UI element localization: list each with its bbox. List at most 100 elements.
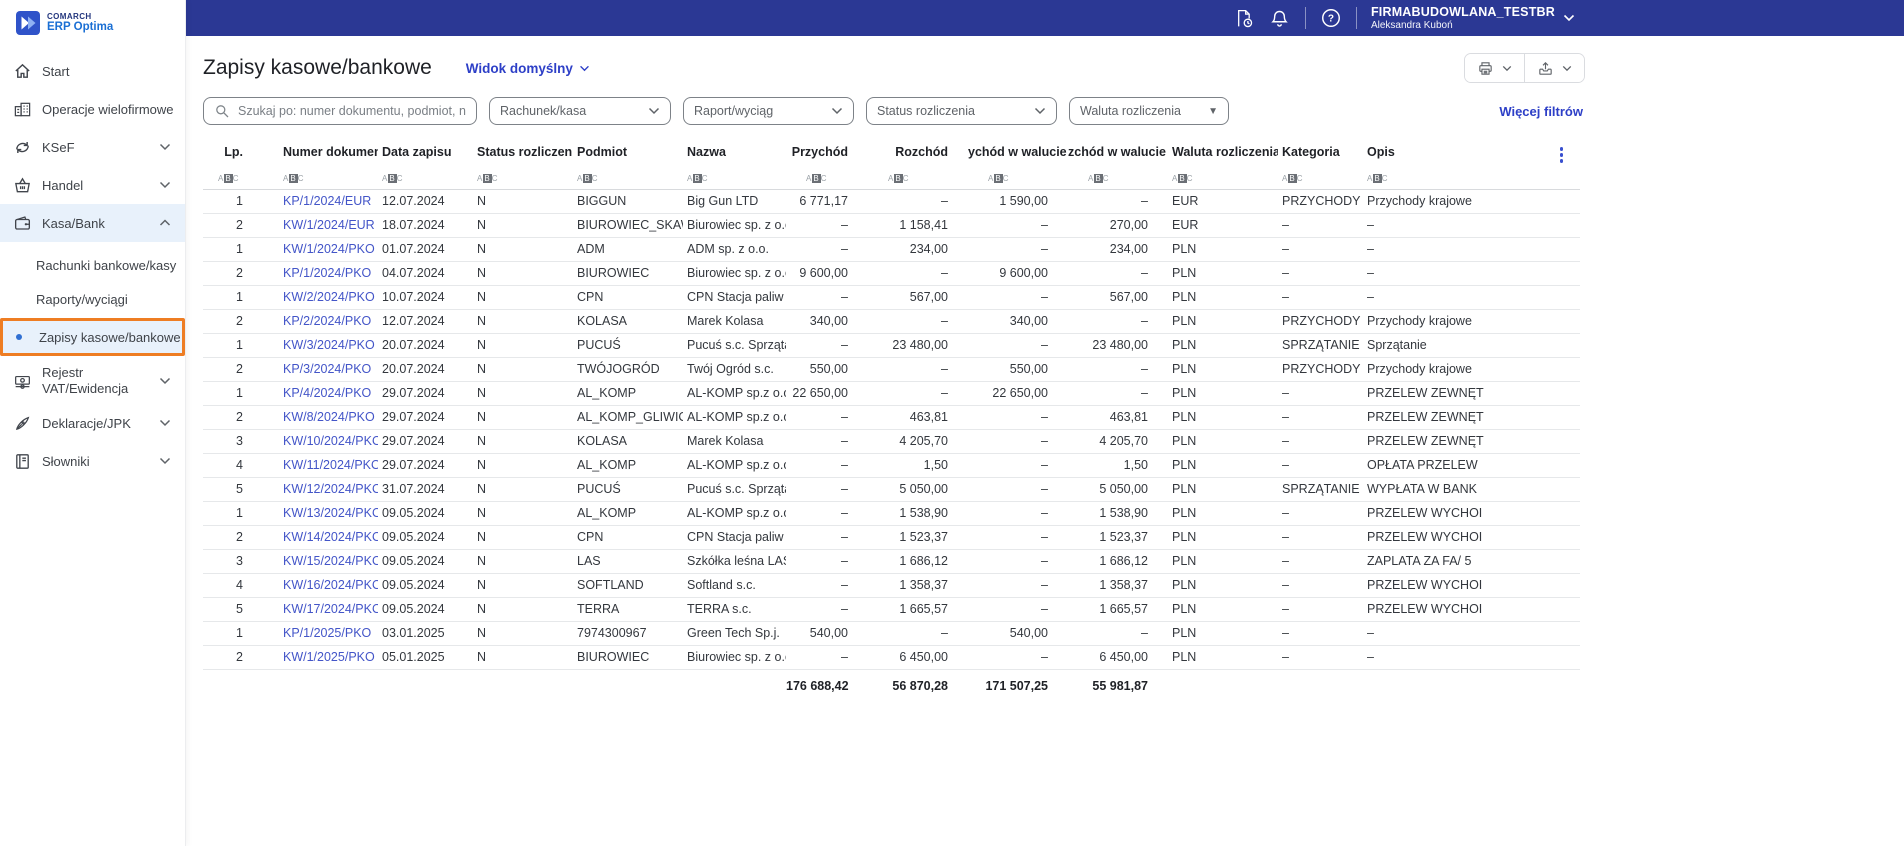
sidebar-item-s-owniki[interactable]: Słowniki bbox=[0, 442, 185, 480]
column-header-ych-d-w-walucie[interactable]: ychód w walucie bbox=[968, 139, 1068, 165]
abc-filter-icon[interactable]: ABC bbox=[283, 173, 304, 183]
column-header-status-rozliczenia[interactable]: Status rozliczenia bbox=[473, 139, 573, 165]
document-link: KW/12/2024/PKO bbox=[283, 482, 378, 496]
table-row[interactable]: 4 KW/16/2024/PKO 09.05.2024 N SOFTLAND Softla… bbox=[203, 573, 1580, 597]
dropdown-label: Status rozliczenia bbox=[877, 104, 975, 118]
total-value: 56 870,28 bbox=[892, 679, 948, 694]
abc-filter-icon[interactable]: ABC bbox=[577, 173, 598, 183]
comarch-logo-icon bbox=[16, 11, 40, 35]
table-row[interactable]: 1 KW/2/2024/PKO 10.07.2024 N CPN CPN Stacja p… bbox=[203, 285, 1580, 309]
search-icon bbox=[216, 105, 229, 118]
table-body: 1 KP/1/2024/EUR 12.07.2024 N BIGGUN Big Gun L… bbox=[203, 189, 1580, 703]
abc-filter-icon[interactable]: ABC bbox=[687, 173, 708, 183]
chevron-down-icon bbox=[1034, 102, 1046, 120]
search-input[interactable] bbox=[238, 104, 466, 118]
view-selector-label: Widok domyślny bbox=[465, 60, 573, 76]
table-row[interactable]: 2 KP/1/2024/PKO 04.07.2024 N BIUROWIEC Biurow… bbox=[203, 261, 1580, 285]
sidebar-item-label: Rejestr VAT/Ewidencja bbox=[42, 364, 129, 396]
tasks-icon[interactable] bbox=[1233, 7, 1255, 29]
table-header-row: Lp.Numer dokumentuData zapisuStatus rozl… bbox=[203, 139, 1580, 165]
dropdown-label: Raport/wyciąg bbox=[694, 104, 774, 118]
table-row[interactable]: 1 KP/4/2024/PKO 29.07.2024 N AL_KOMP AL-KOMP … bbox=[203, 381, 1580, 405]
more-filters-link[interactable]: Więcej filtrów bbox=[1499, 104, 1583, 119]
book-icon bbox=[13, 451, 33, 471]
search-box bbox=[203, 97, 477, 125]
abc-filter-icon[interactable]: ABC bbox=[1367, 173, 1388, 183]
abc-filter-icon[interactable]: ABC bbox=[988, 173, 1009, 183]
table-row[interactable]: 5 KW/12/2024/PKO 31.07.2024 N PUCUŚ Pucuś s.c… bbox=[203, 477, 1580, 501]
document-link: KW/15/2024/PKO bbox=[283, 554, 378, 568]
sidebar-item-start[interactable]: Start bbox=[0, 52, 185, 90]
chevron-down-icon bbox=[1502, 65, 1512, 71]
app-root: COMARCH ERP Optima Start Operacje wielofi… bbox=[0, 0, 1904, 846]
chevron-down-icon bbox=[159, 377, 171, 385]
table-row[interactable]: 5 KW/17/2024/PKO 09.05.2024 N TERRA TERRA s.c… bbox=[203, 597, 1580, 621]
dropdown-label: Rachunek/kasa bbox=[500, 104, 587, 118]
table-row[interactable]: 4 KW/11/2024/PKO 29.07.2024 N AL_KOMP AL-KOMP… bbox=[203, 453, 1580, 477]
sidebar-item-rachunki-bankowe-kasy[interactable]: Rachunki bankowe/kasy bbox=[0, 248, 185, 282]
column-header-opis[interactable]: Opis bbox=[1363, 139, 1543, 165]
table-row[interactable]: 1 KP/1/2024/EUR 12.07.2024 N BIGGUN Big Gun L… bbox=[203, 189, 1580, 213]
column-header-nazwa[interactable]: Nazwa bbox=[683, 139, 786, 165]
table-row[interactable]: 2 KW/8/2024/PKO 29.07.2024 N AL_KOMP_GLIWICI… bbox=[203, 405, 1580, 429]
table-row[interactable]: 1 KW/3/2024/PKO 20.07.2024 N PUCUŚ Pucuś s.c.… bbox=[203, 333, 1580, 357]
table-row[interactable]: 1 KW/1/2024/PKO 01.07.2024 N ADM ADM sp. z o.… bbox=[203, 237, 1580, 261]
filter-dropdown-raport-wyci-g[interactable]: Raport/wyciąg bbox=[683, 97, 854, 125]
table-row[interactable]: 3 KW/15/2024/PKO 09.05.2024 N LAS Szkółka leś… bbox=[203, 549, 1580, 573]
sidebar-item-ksef[interactable]: KSeF bbox=[0, 128, 185, 166]
table-row[interactable]: 2 KP/3/2024/PKO 20.07.2024 N TWÓJOGRÓD Twój O… bbox=[203, 357, 1580, 381]
table-row[interactable]: 3 KW/10/2024/PKO 29.07.2024 N KOLASA Marek Ko… bbox=[203, 429, 1580, 453]
column-header-kategoria[interactable]: Kategoria bbox=[1278, 139, 1363, 165]
table-row[interactable]: 1 KP/1/2025/PKO 03.01.2025 N 7974300967 Green… bbox=[203, 621, 1580, 645]
sidebar-item-handel[interactable]: Handel bbox=[0, 166, 185, 204]
sidebar-item-raporty-wyci-gi[interactable]: Raporty/wyciągi bbox=[0, 282, 185, 316]
sidebar-item-deklaracje-jpk[interactable]: Deklaracje/JPK bbox=[0, 404, 185, 442]
abc-filter-icon[interactable]: ABC bbox=[1172, 173, 1193, 183]
print-button[interactable] bbox=[1465, 54, 1524, 82]
sidebar-item-rejestr-vat-ewidencja[interactable]: Rejestr VAT/Ewidencja bbox=[0, 358, 185, 404]
abc-filter-icon[interactable]: ABC bbox=[477, 173, 498, 183]
filter-dropdown-waluta-rozliczenia[interactable]: Waluta rozliczenia ▼ bbox=[1069, 97, 1229, 125]
abc-filter-icon[interactable]: ABC bbox=[1088, 173, 1109, 183]
company-menu[interactable]: FIRMABUDOWLANA_TESTBR Aleksandra Kuboń bbox=[1371, 5, 1575, 32]
table-row[interactable]: 1 KW/13/2024/PKO 09.05.2024 N AL_KOMP AL-KOMP… bbox=[203, 501, 1580, 525]
table-row[interactable]: 2 KW/1/2024/EUR 18.07.2024 N BIUROWIEC_SKAW B… bbox=[203, 213, 1580, 237]
sidebar-item-zapisy-kasowe-bankowe[interactable]: Zapisy kasowe/bankowe bbox=[0, 318, 185, 356]
filter-dropdown-rachunek-kasa[interactable]: Rachunek/kasa bbox=[489, 97, 671, 125]
filter-dropdown-status-rozliczenia[interactable]: Status rozliczenia bbox=[866, 97, 1057, 125]
column-filter-row: ABC ABC ABC ABC ABC ABC ABC ABC ABC ABC ABC ABC ABC bbox=[203, 165, 1580, 189]
table-menu-kebab-icon[interactable] bbox=[1556, 145, 1568, 165]
export-button[interactable] bbox=[1524, 54, 1584, 82]
chevron-down-icon bbox=[1562, 65, 1572, 71]
document-link: KP/1/2024/EUR bbox=[283, 194, 372, 208]
filter-row: Rachunek/kasa Raport/wyciąg Status rozlicz… bbox=[203, 97, 1585, 125]
sidebar-item-label: Rachunki bankowe/kasy bbox=[36, 257, 177, 273]
column-header-waluta-rozliczenia[interactable]: Waluta rozliczenia bbox=[1168, 139, 1278, 165]
column-header-data-zapisu[interactable]: Data zapisu bbox=[378, 139, 473, 165]
help-icon[interactable]: ? bbox=[1320, 7, 1342, 29]
column-header-przych-d[interactable]: Przychód bbox=[786, 139, 868, 165]
main-area: ? FIRMABUDOWLANA_TESTBR Aleksandra Kuboń bbox=[186, 0, 1904, 846]
abc-filter-icon[interactable]: ABC bbox=[806, 173, 827, 183]
table-row[interactable]: 2 KP/2/2024/PKO 12.07.2024 N KOLASA Marek Kol… bbox=[203, 309, 1580, 333]
abc-filter-icon[interactable]: ABC bbox=[382, 173, 403, 183]
chevron-down-icon bbox=[159, 457, 171, 465]
chevron-down-icon bbox=[159, 181, 171, 189]
abc-filter-icon[interactable]: ABC bbox=[888, 173, 909, 183]
column-header-rozch-d[interactable]: Rozchód bbox=[868, 139, 968, 165]
document-link: KP/1/2024/PKO bbox=[283, 266, 372, 280]
table-row[interactable]: 2 KW/1/2025/PKO 05.01.2025 N BIUROWIEC Biurow… bbox=[203, 645, 1580, 669]
sidebar-item-operacje-wielofirmowe[interactable]: Operacje wielofirmowe bbox=[0, 90, 185, 128]
sidebar-item-kasa-bank[interactable]: Kasa/Bank bbox=[0, 204, 185, 242]
abc-filter-icon[interactable]: ABC bbox=[218, 173, 239, 183]
view-selector[interactable]: Widok domyślny bbox=[466, 61, 590, 76]
chevron-down-icon bbox=[831, 102, 843, 120]
notifications-icon[interactable] bbox=[1269, 7, 1291, 29]
column-header-zch-d-w-walucie[interactable]: zchód w walucie bbox=[1068, 139, 1168, 165]
column-header-numer-dokumentu[interactable]: Numer dokumentu bbox=[263, 139, 378, 165]
sidebar-item-label: Słowniki bbox=[42, 453, 90, 469]
table-row[interactable]: 2 KW/14/2024/PKO 09.05.2024 N CPN CPN Stacja … bbox=[203, 525, 1580, 549]
column-header-lp[interactable]: Lp. bbox=[203, 139, 263, 165]
column-header-podmiot[interactable]: Podmiot bbox=[573, 139, 683, 165]
abc-filter-icon[interactable]: ABC bbox=[1282, 173, 1303, 183]
